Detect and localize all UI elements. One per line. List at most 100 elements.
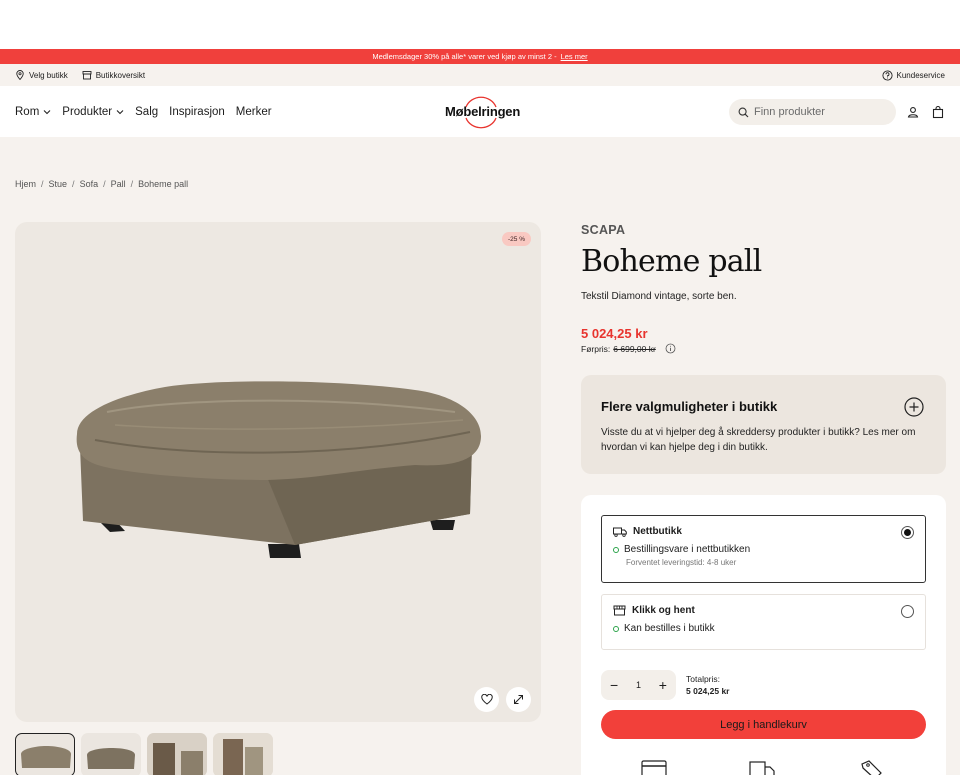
- plus-circle-icon[interactable]: [904, 397, 924, 417]
- breadcrumb-separator: /: [103, 179, 106, 189]
- delivery-option-klikk-og-hent[interactable]: Klikk og hent Kan bestilles i butikk: [601, 594, 926, 650]
- nav-label: Produkter: [62, 105, 113, 118]
- info-box-title: Flere valgmuligheter i butikk: [601, 399, 778, 414]
- breadcrumb-current: Boheme pall: [138, 179, 189, 189]
- nav-label: Merker: [235, 105, 272, 118]
- heart-icon: [480, 694, 493, 705]
- info-icon[interactable]: [665, 343, 676, 354]
- delivery-option-nettbutikk[interactable]: Nettbutikk Bestillingsvare i nettbutikke…: [601, 515, 926, 583]
- store-icon: [613, 605, 626, 616]
- expand-icon: [514, 695, 523, 704]
- location-pin-icon: [16, 70, 24, 80]
- delivery-time-note: Forventet leveringstid: 4-8 uker: [626, 558, 737, 567]
- customer-service-label: Kundeservice: [896, 70, 945, 80]
- total-price-label: Totalpris:: [686, 674, 721, 684]
- stock-status-text: Kan bestilles i butikk: [624, 623, 715, 634]
- nav-item-rom[interactable]: Rom: [15, 106, 51, 118]
- help-circle-icon: [881, 69, 893, 81]
- total-price-value: 5 024,25 kr: [686, 686, 730, 696]
- user-icon[interactable]: [906, 105, 920, 119]
- nav-item-inspirasjon[interactable]: Inspirasjon: [169, 106, 225, 118]
- thumbnail-strip: [15, 733, 273, 775]
- truck-icon: [613, 527, 627, 537]
- store-options-info-box[interactable]: Flere valgmuligheter i butikk Visste du …: [581, 375, 946, 474]
- choose-store-link[interactable]: Velg butikk: [15, 70, 68, 80]
- delivery-radio[interactable]: [901, 605, 914, 618]
- logo-text: Møbelringen: [445, 104, 521, 119]
- thumbnail-3[interactable]: [147, 733, 207, 775]
- previous-price-value: 6 699,00 kr: [613, 343, 656, 354]
- product-price: 5 024,25 kr: [581, 326, 648, 341]
- info-box-text: Visste du at vi hjelper deg å skreddersy…: [601, 427, 916, 453]
- storefront-icon: [82, 71, 92, 80]
- stock-dot-icon: [613, 625, 619, 632]
- option-title-text: Klikk og hent: [632, 605, 695, 616]
- thumbnail-1[interactable]: [15, 733, 75, 775]
- chevron-down-icon: [43, 109, 51, 114]
- main-nav: Rom Produkter Salg Inspirasjon Merker: [15, 106, 272, 118]
- product-title: Boheme pall: [581, 244, 762, 279]
- option-title-text: Nettbutikk: [633, 526, 682, 537]
- breadcrumb-separator: /: [130, 179, 134, 189]
- breadcrumb: Hjem / Stue / Sofa / Pall / Boheme pall: [15, 179, 188, 189]
- thumbnail-4[interactable]: [213, 733, 273, 775]
- nav-label: Inspirasjon: [169, 105, 225, 118]
- search-input[interactable]: [754, 106, 884, 118]
- thumbnail-image: [147, 733, 207, 775]
- product-brand[interactable]: SCAPA: [581, 223, 625, 237]
- nav-item-produkter[interactable]: Produkter: [62, 106, 124, 118]
- promo-banner: Medlemsdager 30% på alle* varer ved kjøp…: [0, 49, 960, 64]
- credit-card-icon: [641, 760, 667, 775]
- total-price: Totalpris: 5 024,25 kr: [686, 673, 729, 697]
- delivery-option-title: Nettbutikk: [613, 526, 914, 537]
- thumbnail-image: [21, 746, 71, 768]
- bag-icon[interactable]: [931, 105, 945, 119]
- choose-store-label: Velg butikk: [29, 70, 68, 80]
- nav-item-salg[interactable]: Salg: [135, 106, 158, 118]
- utility-bar: Velg butikk Butikkoversikt Kundeservice: [0, 64, 960, 86]
- main-header: Rom Produkter Salg Inspirasjon Merker Mø…: [0, 86, 960, 137]
- stock-dot-icon: [613, 546, 619, 553]
- chevron-down-icon: [116, 109, 124, 114]
- nav-item-merker[interactable]: Merker: [236, 106, 272, 118]
- breadcrumb-item[interactable]: Hjem: [15, 179, 36, 189]
- breadcrumb-item[interactable]: Stue: [49, 179, 68, 189]
- thumbnail-image: [213, 733, 273, 775]
- delivery-option-title: Klikk og hent: [613, 605, 914, 616]
- delivery-truck-icon: [749, 761, 775, 775]
- discount-badge: -25 %: [502, 232, 531, 246]
- promo-text: Medlemsdager 30% på alle* varer ved kjøp…: [372, 52, 557, 61]
- price-tag-icon: [861, 760, 882, 775]
- quantity-decrease-button[interactable]: −: [610, 677, 618, 693]
- ottoman-product-image: [76, 381, 481, 558]
- thumbnail-2[interactable]: [81, 733, 141, 775]
- thumbnail-image: [87, 748, 135, 769]
- previous-price-label: Førpris:: [581, 343, 611, 354]
- top-blank-area: [0, 0, 960, 49]
- previous-price: Førpris: 6 699,00 kr: [581, 343, 676, 354]
- nav-label: Salg: [135, 105, 159, 118]
- breadcrumb-separator: /: [41, 179, 44, 189]
- delivery-radio-selected[interactable]: [901, 526, 914, 539]
- quantity-value[interactable]: 1: [636, 680, 641, 690]
- breadcrumb-item[interactable]: Pall: [111, 179, 126, 189]
- site-logo[interactable]: Møbelringen: [445, 94, 521, 130]
- stock-status: Kan bestilles i butikk: [613, 623, 914, 634]
- search-icon: [738, 107, 749, 117]
- breadcrumb-item[interactable]: Sofa: [80, 179, 99, 189]
- product-image-gallery[interactable]: [15, 222, 541, 722]
- product-description: Tekstil Diamond vintage, sorte ben.: [581, 291, 737, 302]
- breadcrumb-separator: /: [72, 179, 75, 189]
- store-overview-label: Butikkoversikt: [95, 70, 146, 80]
- purchase-panel: Nettbutikk Bestillingsvare i nettbutikke…: [581, 495, 946, 775]
- stock-status: Bestillingsvare i nettbutikken: [613, 544, 914, 555]
- store-overview-link[interactable]: Butikkoversikt: [82, 70, 145, 80]
- fullscreen-button[interactable]: [506, 687, 531, 712]
- customer-service-link[interactable]: Kundeservice: [881, 69, 945, 81]
- quantity-increase-button[interactable]: +: [659, 677, 667, 693]
- search-box[interactable]: [729, 99, 896, 125]
- nav-label: Rom: [15, 105, 40, 118]
- promo-link[interactable]: Les mer: [561, 52, 588, 61]
- add-to-cart-button[interactable]: Legg i handlekurv: [601, 710, 926, 739]
- favorite-button[interactable]: [474, 687, 499, 712]
